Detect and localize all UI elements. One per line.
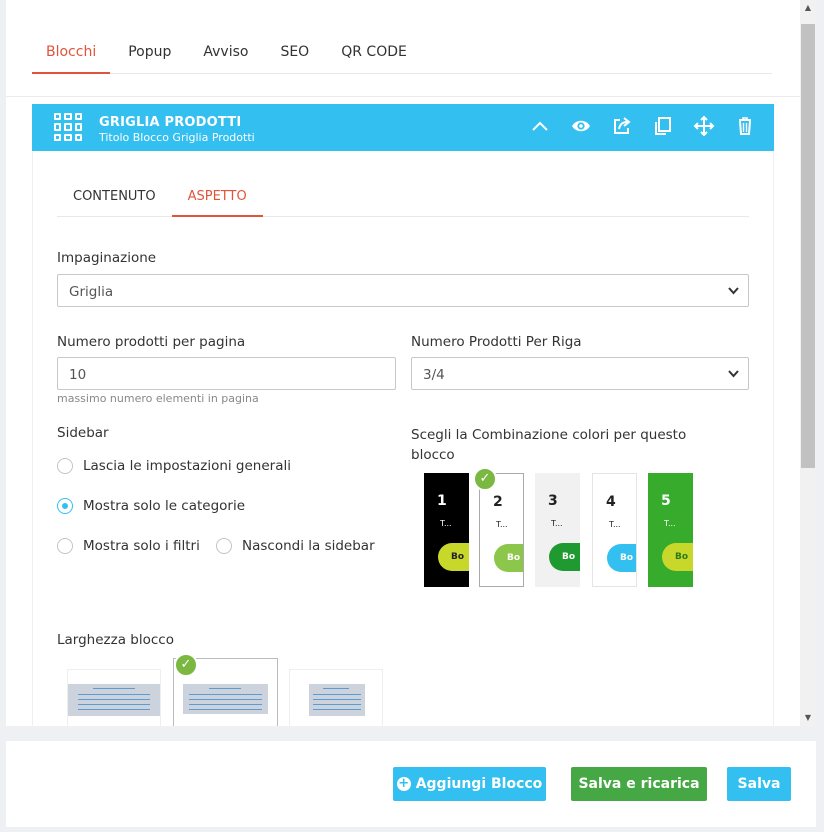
width-option-narrow[interactable] xyxy=(289,669,383,726)
per-page-label: Numero prodotti per pagina xyxy=(57,334,246,350)
sub-tabs: CONTENUTO ASPETTO xyxy=(57,151,749,217)
footer-bar: + Aggiungi Blocco Salva e ricarica Salva xyxy=(6,741,816,827)
divider xyxy=(6,96,800,97)
scheme-button: Bo xyxy=(607,544,636,572)
tab-avviso[interactable]: Avviso xyxy=(203,0,248,73)
check-icon: ✓ xyxy=(473,467,497,491)
tab-qr-code[interactable]: QR CODE xyxy=(341,0,407,73)
radio-checked[interactable] xyxy=(57,498,73,514)
move-icon[interactable] xyxy=(693,115,715,137)
chevron-down-icon xyxy=(728,287,739,295)
color-scheme-4[interactable]: 4 T... Bo xyxy=(592,473,637,587)
tab-blocchi[interactable]: Blocchi xyxy=(31,0,111,74)
sidebar-label: Sidebar xyxy=(57,425,109,441)
per-row-value: 3/4 xyxy=(423,367,445,383)
color-scheme-5[interactable]: 5 T... Bo xyxy=(648,473,693,587)
colors-label: Scegli la Combinazione colori per questo… xyxy=(411,427,687,463)
block-actions xyxy=(529,115,756,137)
width-option-full[interactable] xyxy=(67,669,161,726)
radio[interactable] xyxy=(57,458,73,474)
scheme-title: T... xyxy=(440,519,452,528)
tab-popup[interactable]: Popup xyxy=(128,0,171,73)
add-block-label: Aggiungi Blocco xyxy=(415,776,543,792)
block-header[interactable]: GRIGLIA PRODOTTI Titolo Blocco Griglia P… xyxy=(32,104,774,151)
per-page-input[interactable]: 10 xyxy=(57,357,396,390)
color-scheme-3[interactable]: 3 T... Bo xyxy=(535,473,580,587)
sidebar-option-label: Lascia le impostazioni generali xyxy=(83,458,291,474)
copy-icon[interactable] xyxy=(652,115,674,137)
scheme-number: 5 xyxy=(661,493,671,509)
per-row-select[interactable]: 3/4 xyxy=(411,357,749,390)
width-label: Larghezza blocco xyxy=(57,632,174,648)
scroll-up-arrow-icon[interactable]: ▲ xyxy=(800,0,816,16)
grid-icon xyxy=(54,113,82,141)
check-icon: ✓ xyxy=(174,653,198,677)
chevron-up-icon[interactable] xyxy=(529,115,551,137)
sidebar-option-label: Nascondi la sidebar xyxy=(242,538,375,554)
scheme-number: 2 xyxy=(493,494,503,510)
top-tabs: Blocchi Popup Avviso SEO QR CODE xyxy=(31,0,772,74)
chevron-down-icon xyxy=(728,370,739,378)
scheme-number: 1 xyxy=(437,493,447,509)
editor-panel: Blocchi Popup Avviso SEO QR CODE GRIGLIA… xyxy=(6,0,800,726)
sidebar-option-hide[interactable]: Nascondi la sidebar xyxy=(216,538,375,554)
block-title: GRIGLIA PRODOTTI xyxy=(99,115,242,130)
share-icon[interactable] xyxy=(611,115,633,137)
save-reload-button[interactable]: Salva e ricarica xyxy=(571,767,707,801)
sidebar-option-label: Mostra solo le categorie xyxy=(83,498,246,514)
sidebar-option-label: Mostra solo i filtri xyxy=(83,538,200,554)
color-scheme-1[interactable]: 1 T... Bo xyxy=(424,473,469,587)
scroll-down-arrow-icon[interactable]: ▼ xyxy=(800,710,816,726)
per-row-label: Numero Prodotti Per Riga xyxy=(411,334,582,350)
tab-contenuto[interactable]: CONTENUTO xyxy=(57,151,172,216)
scheme-title: T... xyxy=(664,519,676,528)
scheme-title: T... xyxy=(551,519,563,528)
add-block-button[interactable]: + Aggiungi Blocco xyxy=(393,767,546,801)
per-page-value: 10 xyxy=(69,367,87,383)
trash-icon[interactable] xyxy=(734,115,756,137)
sidebar-option-general[interactable]: Lascia le impostazioni generali xyxy=(57,458,291,474)
scroll-thumb[interactable] xyxy=(801,24,815,468)
scheme-title: T... xyxy=(496,520,508,529)
scheme-button: Bo xyxy=(662,543,693,571)
scheme-button: Bo xyxy=(549,543,580,571)
scheme-button: Bo xyxy=(438,543,469,571)
sidebar-option-categories[interactable]: Mostra solo le categorie xyxy=(57,498,245,514)
eye-icon[interactable] xyxy=(570,115,592,137)
layout-label: Impaginazione xyxy=(57,250,157,266)
layout-value: Griglia xyxy=(69,284,114,300)
sidebar-option-filters[interactable]: Mostra solo i filtri xyxy=(57,538,200,554)
scheme-button: Bo xyxy=(494,544,523,572)
tab-aspetto[interactable]: ASPETTO xyxy=(171,151,263,217)
scheme-title: T... xyxy=(609,520,621,529)
scheme-number: 4 xyxy=(606,494,616,510)
plus-circle-icon: + xyxy=(396,776,411,791)
scheme-number: 3 xyxy=(548,493,558,509)
tab-seo[interactable]: SEO xyxy=(280,0,309,73)
per-page-hint: massimo numero elementi in pagina xyxy=(57,392,259,405)
save-button[interactable]: Salva xyxy=(727,767,791,801)
block-subtitle: Titolo Blocco Griglia Prodotti xyxy=(99,131,255,144)
layout-select[interactable]: Griglia xyxy=(57,274,749,307)
radio[interactable] xyxy=(57,538,73,554)
scrollbar[interactable]: ▲ ▼ xyxy=(800,0,816,726)
block-body: CONTENUTO ASPETTO Impaginazione Griglia … xyxy=(32,151,774,726)
radio[interactable] xyxy=(216,538,232,554)
